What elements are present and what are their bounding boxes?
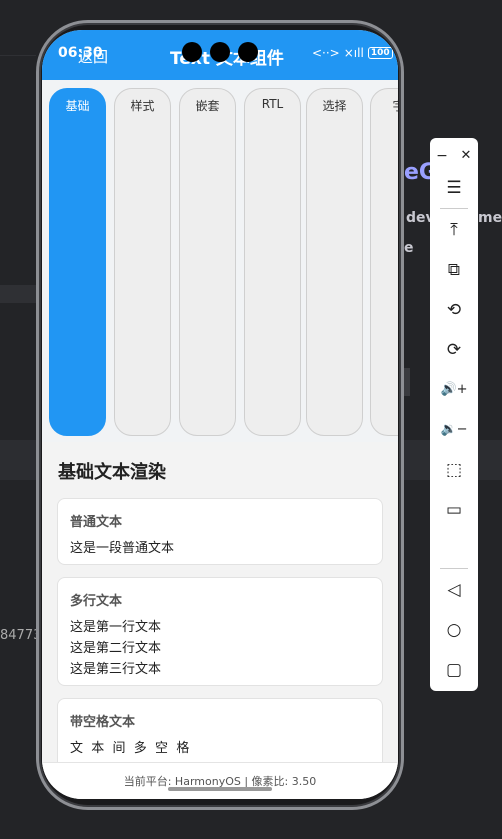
tab-basic[interactable]: 基础 [49,88,106,436]
card-text: 这是第三行文本 [70,662,162,677]
card-multiline-text: 多行文本 这是第一行文本 这是第二行文本 这是第三行文本 [57,577,383,686]
emulator-toolbar: − ✕ ☰ ⤒ ⧉ ⟲ ⟳ 🔊+ 🔉− ⬚ ▭ ◁ ○ ▢ [430,138,478,691]
card-text: 这是第二行文本 [70,641,162,656]
battery-icon: 100 [367,47,393,59]
rotate-right-icon[interactable]: ⟳ [430,332,478,368]
home-icon[interactable]: ○ [430,612,478,648]
card-text: 文 本 间 多 空 格 [70,741,190,756]
bg-divider [0,55,36,56]
tab-rtl[interactable]: RTL [244,88,301,436]
menu-icon[interactable]: ☰ [430,170,478,206]
bg-text-fragment: ment [478,210,502,226]
camera-icon [210,42,230,62]
recent-apps-icon[interactable]: ▢ [430,652,478,688]
bg-divider [0,285,36,303]
camera-icon [182,42,202,62]
tab-select[interactable]: 选择 [306,88,363,436]
card-title: 多行文本 [70,594,123,609]
toolbar-divider [440,568,468,569]
multi-device-icon[interactable]: ▭ [430,492,478,528]
bg-block [404,368,410,396]
card-text: 这是一段普通文本 [70,541,175,556]
card-title: 带空格文本 [70,715,136,730]
camera-icon [238,42,258,62]
tab-font[interactable]: 字 [370,88,398,436]
shake-icon[interactable]: ⬚ [430,452,478,488]
card-title: 普通文本 [70,515,123,530]
network-icon: <··> [312,46,340,60]
tab-style[interactable]: 样式 [114,88,171,436]
minimize-icon[interactable]: − [430,138,454,174]
move-top-icon[interactable]: ⤒ [430,212,478,248]
bg-text-fragment: e [404,240,414,256]
volume-down-icon[interactable]: 🔉− [430,412,478,448]
home-indicator[interactable] [168,787,272,791]
rotate-left-icon[interactable]: ⟲ [430,292,478,328]
status-icons: <··> ×ıll 100 [312,46,393,60]
bg-divider [478,440,502,480]
crop-icon[interactable]: ⧉ [430,252,478,288]
tab-bar: 基础 样式 嵌套 RTL 选择 字 [42,80,398,442]
platform-footer: 当前平台: HarmonyOS | 像素比: 3.50 [42,762,398,799]
back-button[interactable]: 返回 [78,46,108,67]
content-area: 基础文本渲染 普通文本 这是一段普通文本 多行文本 这是第一行文本 这是第二行文… [42,442,398,778]
card-plain-text: 普通文本 这是一段普通文本 [57,498,383,565]
signal-icon: ×ıll [343,46,364,60]
bg-divider [0,440,36,480]
bg-divider [404,440,430,480]
title-bar: 06:30 返回 Text 文本组件 <··> ×ıll 100 [42,30,398,80]
back-icon[interactable]: ◁ [430,572,478,608]
phone-screen: 06:30 返回 Text 文本组件 <··> ×ıll 100 基础 样式 嵌… [42,30,398,799]
volume-up-icon[interactable]: 🔊+ [430,372,478,408]
toolbar-divider [440,208,468,209]
card-text: 这是第一行文本 [70,620,162,635]
section-title: 基础文本渲染 [58,462,166,483]
tab-nested[interactable]: 嵌套 [179,88,236,436]
close-icon[interactable]: ✕ [454,138,478,174]
